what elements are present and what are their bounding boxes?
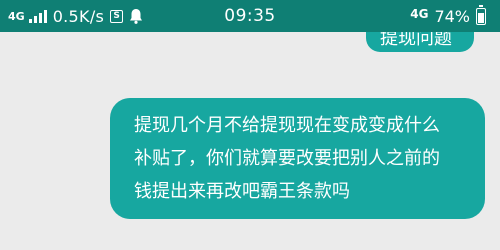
battery-fill <box>478 13 484 23</box>
message-text: 提现问题 <box>380 32 452 49</box>
status-bar: 4G 0.5K/s S 09:35 4G 74% <box>0 0 500 32</box>
network-type-right: 4G <box>410 7 429 21</box>
battery-percentage: 74% <box>434 6 470 26</box>
battery-icon <box>476 4 486 25</box>
message-text-line: 补贴了，你们就算要改要把别人之前的 <box>134 148 440 169</box>
chat-message-list[interactable]: 提现问题 提现几个月不给提现现在变成变成什么 补贴了，你们就算要改要把别人之前的… <box>0 32 500 250</box>
message-text-line: 钱提出来再改吧霸王条款吗 <box>134 181 350 202</box>
outgoing-message-bubble[interactable]: 提现问题 <box>366 32 474 52</box>
outgoing-message-bubble[interactable]: 提现几个月不给提现现在变成变成什么 补贴了，你们就算要改要把别人之前的 钱提出来… <box>110 98 485 219</box>
status-bar-right: 4G 74% <box>410 0 486 32</box>
message-text-line: 提现几个月不给提现现在变成变成什么 <box>134 115 440 136</box>
